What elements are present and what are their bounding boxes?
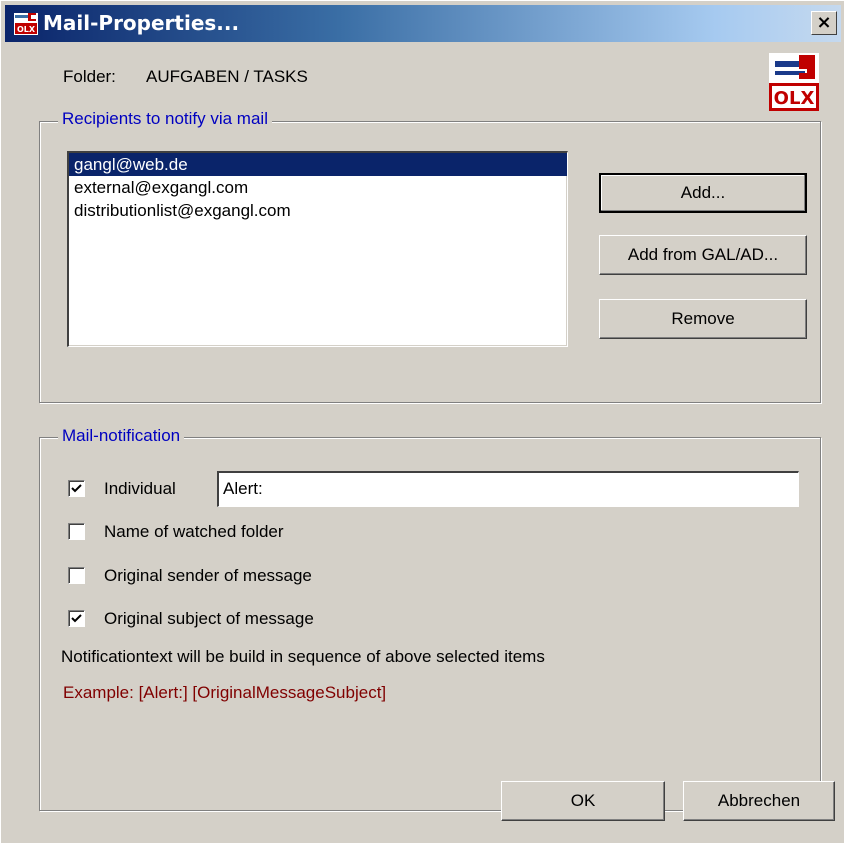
remove-button[interactable]: Remove bbox=[599, 299, 807, 339]
original-sender-label[interactable]: Original sender of message bbox=[104, 566, 312, 586]
check-icon bbox=[71, 484, 82, 493]
mail-properties-dialog: OLX Mail-Properties... × Folder: AUFGABE… bbox=[0, 0, 844, 843]
recipients-list[interactable]: gangl@web.de external@exgangl.com distri… bbox=[67, 151, 568, 347]
watched-folder-label[interactable]: Name of watched folder bbox=[104, 522, 284, 542]
list-item[interactable]: distributionlist@exgangl.com bbox=[69, 199, 567, 222]
individual-text-input[interactable]: Alert: bbox=[217, 471, 799, 507]
add-button[interactable]: Add... bbox=[599, 173, 807, 213]
recipients-group-title: Recipients to notify via mail bbox=[58, 109, 272, 129]
svg-text:OLX: OLX bbox=[17, 25, 36, 34]
list-item[interactable]: external@exgangl.com bbox=[69, 176, 567, 199]
list-item[interactable]: gangl@web.de bbox=[69, 153, 567, 176]
cancel-button[interactable]: Abbrechen bbox=[683, 781, 835, 821]
notification-info-text: Notificationtext will be build in sequen… bbox=[61, 647, 545, 666]
olx-tools-logo: OLX bbox=[769, 53, 819, 111]
individual-label[interactable]: Individual bbox=[104, 479, 176, 499]
app-icon: OLX bbox=[14, 13, 38, 35]
logo-text: OLX bbox=[774, 88, 815, 109]
folder-label: Folder: bbox=[63, 67, 116, 86]
window-title: Mail-Properties... bbox=[43, 11, 240, 35]
check-icon bbox=[71, 614, 82, 623]
original-subject-checkbox[interactable] bbox=[68, 610, 85, 627]
original-sender-checkbox[interactable] bbox=[68, 567, 85, 584]
individual-checkbox[interactable] bbox=[68, 480, 85, 497]
folder-value: AUFGABEN / TASKS bbox=[146, 67, 308, 86]
original-subject-label[interactable]: Original subject of message bbox=[104, 609, 314, 629]
ok-button[interactable]: OK bbox=[501, 781, 665, 821]
notification-example-text: Example: [Alert:] [OriginalMessageSubjec… bbox=[63, 683, 387, 702]
watched-folder-checkbox[interactable] bbox=[68, 523, 85, 540]
close-icon: × bbox=[816, 12, 832, 33]
close-button[interactable]: × bbox=[811, 11, 837, 35]
add-from-gal-button[interactable]: Add from GAL/AD... bbox=[599, 235, 807, 275]
title-bar[interactable]: OLX Mail-Properties... × bbox=[5, 5, 841, 42]
notification-group-title: Mail-notification bbox=[58, 426, 185, 446]
